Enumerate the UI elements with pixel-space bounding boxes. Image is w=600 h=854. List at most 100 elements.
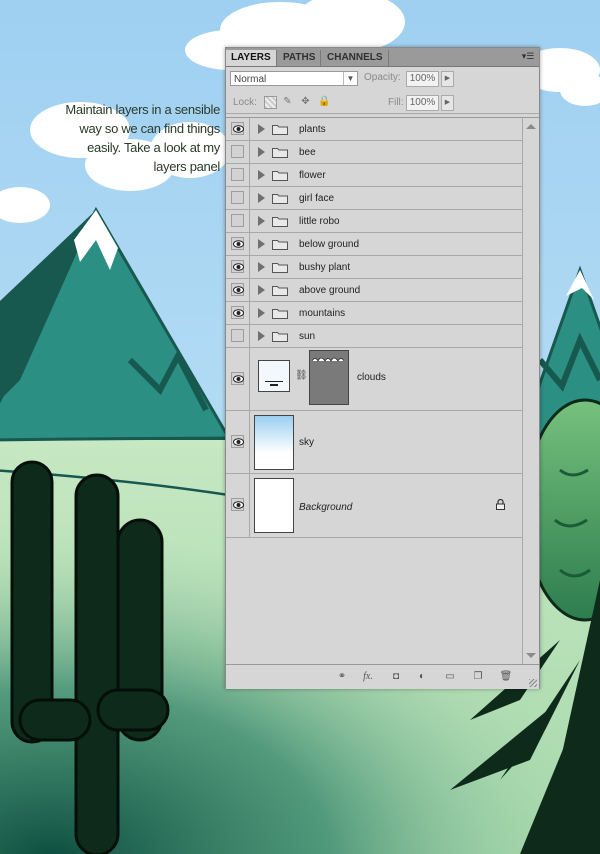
chain-link-icon[interactable]: ⛓ [295,370,308,381]
layer-name: sun [299,331,316,342]
lock-transparent-icon[interactable] [264,96,277,109]
layer-name: clouds [357,372,386,383]
layer-row[interactable]: girl face [226,187,522,210]
fx-icon[interactable]: fx. [360,670,376,684]
expand-triangle-icon[interactable] [258,216,265,226]
tab-channels[interactable]: CHANNELS [322,50,389,66]
fill-slider-button[interactable]: ▶ [441,95,454,111]
visibility-cell[interactable] [226,279,250,301]
visibility-toggle-empty[interactable] [231,329,244,342]
lock-all-icon[interactable]: 🔒 [318,96,330,107]
layer-name: bee [299,147,316,158]
trash-icon[interactable]: 🗑 [498,670,514,684]
blend-mode-select[interactable]: Normal ▼ [230,71,358,86]
visibility-cell[interactable] [226,210,250,232]
eye-icon[interactable] [231,237,244,250]
visibility-toggle-empty[interactable] [231,145,244,158]
layer-thumbnail[interactable] [258,360,290,392]
expand-triangle-icon[interactable] [258,285,265,295]
eye-icon[interactable] [231,122,244,135]
expand-triangle-icon[interactable] [258,147,265,157]
chevron-down-icon: ▼ [343,72,357,85]
layers-scrollbar[interactable] [522,117,539,664]
blend-mode-value: Normal [234,74,267,85]
layer-row[interactable]: bushy plant [226,256,522,279]
lock-image-brush-icon[interactable]: ✎ [282,96,293,107]
visibility-cell[interactable] [226,348,250,410]
panel-menu-icon[interactable]: ▾☰ [521,51,535,63]
visibility-cell[interactable] [226,118,250,140]
eye-icon[interactable] [231,283,244,296]
visibility-cell[interactable] [226,411,250,473]
folder-icon [272,240,288,250]
layer-name: bushy plant [299,262,351,273]
opacity-label: Opacity: [364,72,401,83]
layer-name: above ground [299,285,361,296]
layer-row[interactable]: ⛓ clouds [226,348,522,411]
expand-triangle-icon[interactable] [258,239,265,249]
layer-name: girl face [299,193,335,204]
opacity-field[interactable]: 100% [406,71,439,87]
fill-field[interactable]: 100% [406,95,439,111]
layer-name: little robo [299,216,340,227]
eye-icon[interactable] [231,372,244,385]
expand-triangle-icon[interactable] [258,193,265,203]
eye-icon[interactable] [231,306,244,319]
layer-thumbnail[interactable] [254,415,294,470]
expand-triangle-icon[interactable] [258,331,265,341]
expand-triangle-icon[interactable] [258,308,265,318]
visibility-cell[interactable] [226,325,250,347]
adjustment-icon[interactable]: ◐ [414,670,430,684]
layer-row[interactable]: flower [226,164,522,187]
visibility-toggle-empty[interactable] [231,168,244,181]
expand-triangle-icon[interactable] [258,124,265,134]
layer-name: mountains [299,308,346,319]
folder-icon [272,286,288,296]
tab-paths[interactable]: PATHS [278,50,322,66]
layer-name: plants [299,124,326,135]
visibility-cell[interactable] [226,256,250,278]
visibility-cell[interactable] [226,302,250,324]
layer-row[interactable]: above ground [226,279,522,302]
link-icon[interactable]: ⚭ [334,670,350,684]
layers-panel: LAYERS PATHS CHANNELS ▾☰ Normal ▼ Opacit… [225,47,540,689]
scroll-down-arrow-icon[interactable] [526,653,536,658]
visibility-cell[interactable] [226,141,250,163]
layer-row[interactable]: Background [226,474,522,538]
layer-row[interactable]: below ground [226,233,522,256]
layer-row[interactable]: plants [226,118,522,141]
eye-icon[interactable] [231,435,244,448]
blend-row: Normal ▼ Opacity: 100% ▶ [226,69,539,89]
new-layer-icon[interactable]: ❐ [470,670,486,684]
annotation-line: Maintain layers in a sensible [65,102,220,117]
opacity-slider-button[interactable]: ▶ [441,71,454,87]
eye-icon[interactable] [231,260,244,273]
layer-row[interactable]: bee [226,141,522,164]
layer-row[interactable]: sky [226,411,522,474]
layer-name: sky [299,437,314,448]
resize-grip[interactable] [529,679,537,687]
annotation-line: layers panel [153,159,221,174]
annotation-text: Maintain layers in a sensible way so we … [40,100,220,176]
visibility-toggle-empty[interactable] [231,214,244,227]
visibility-toggle-empty[interactable] [231,191,244,204]
visibility-cell[interactable] [226,187,250,209]
group-icon[interactable]: ▭ [442,670,458,684]
expand-triangle-icon[interactable] [258,262,265,272]
visibility-cell[interactable] [226,474,250,537]
expand-triangle-icon[interactable] [258,170,265,180]
layer-row[interactable]: sun [226,325,522,348]
visibility-cell[interactable] [226,164,250,186]
eye-icon[interactable] [231,498,244,511]
layer-mask-thumbnail[interactable] [309,350,349,405]
visibility-cell[interactable] [226,233,250,255]
scroll-up-arrow-icon[interactable] [526,124,536,129]
layer-row[interactable]: mountains [226,302,522,325]
layer-thumbnail[interactable] [254,478,294,533]
mask-icon[interactable]: ◘ [388,670,404,684]
tab-layers[interactable]: LAYERS [226,50,277,66]
panel-tab-bar: LAYERS PATHS CHANNELS ▾☰ [226,48,539,67]
folder-icon [272,148,288,158]
layer-row[interactable]: little robo [226,210,522,233]
lock-position-move-icon[interactable]: ✥ [300,96,311,107]
